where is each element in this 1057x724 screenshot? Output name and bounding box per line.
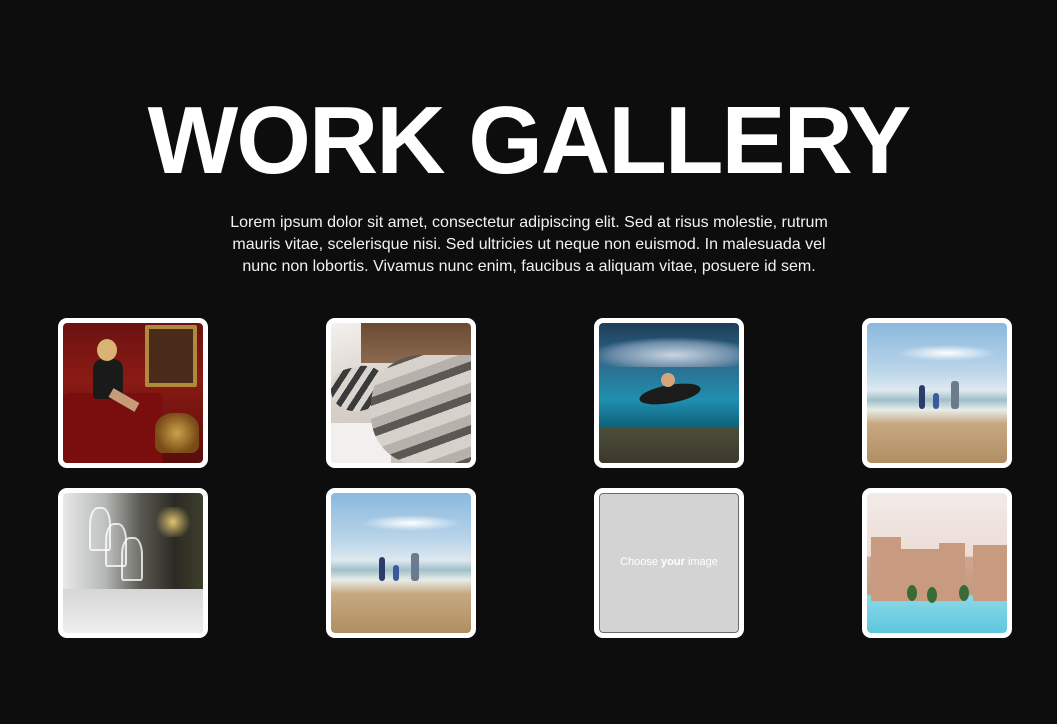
gallery-tile-5[interactable]	[58, 488, 208, 638]
page-description: Lorem ipsum dolor sit amet, consectetur …	[230, 214, 828, 275]
gallery-image-bed-pillows	[331, 323, 471, 463]
image-placeholder: Choose your image	[599, 493, 739, 633]
gallery-image-family-beach	[867, 323, 1007, 463]
gallery-tile-6[interactable]	[326, 488, 476, 638]
page: WORK GALLERY Lorem ipsum dolor sit amet,…	[0, 0, 1057, 724]
gallery-tile-8[interactable]	[862, 488, 1012, 638]
gallery-image-underwater-diver	[599, 323, 739, 463]
placeholder-text: Choose your image	[620, 556, 718, 568]
gallery-tile-4[interactable]	[862, 318, 1012, 468]
gallery-image-palace-pool	[867, 493, 1007, 633]
gallery-image-wine-glasses	[63, 493, 203, 633]
gallery-image-woman-red-room	[63, 323, 203, 463]
gallery-tile-7[interactable]: Choose your image	[594, 488, 744, 638]
gallery-tile-2[interactable]	[326, 318, 476, 468]
gallery-image-family-beach	[331, 493, 471, 633]
gallery-tile-1[interactable]	[58, 318, 208, 468]
page-title: WORK GALLERY	[147, 87, 912, 194]
gallery-tile-3[interactable]	[594, 318, 744, 468]
